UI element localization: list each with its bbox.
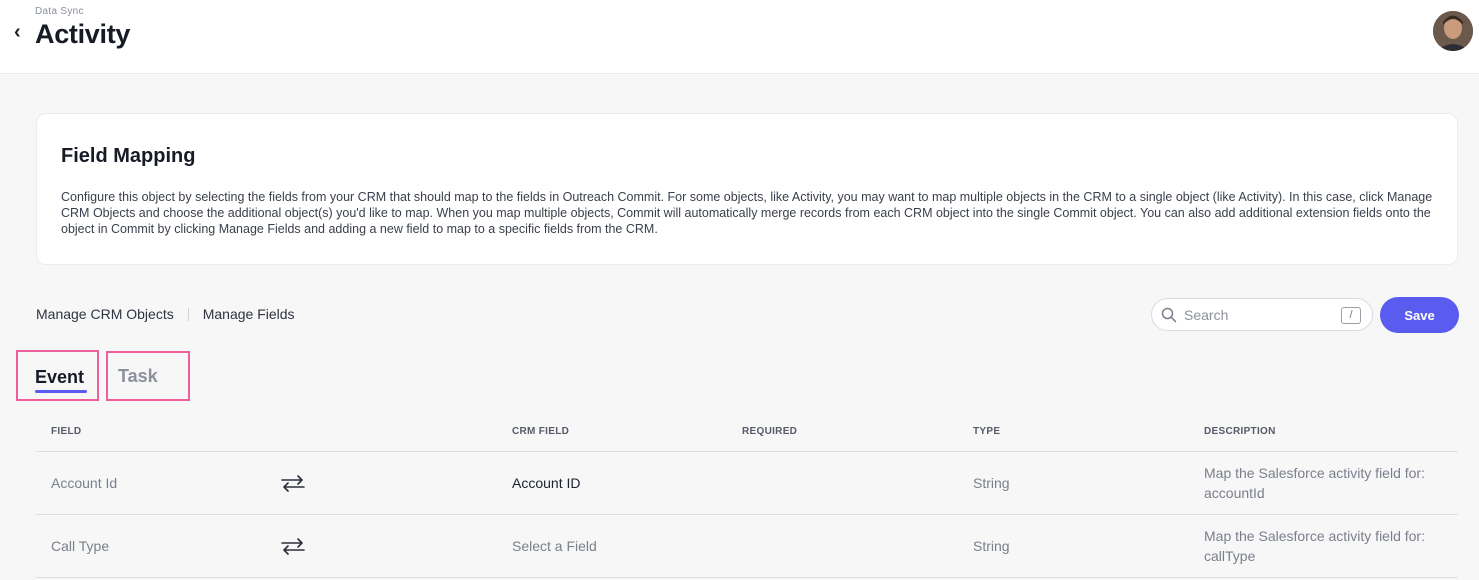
save-button[interactable]: Save (1380, 297, 1459, 333)
table-divider (36, 577, 1458, 578)
manage-crm-objects-link[interactable]: Manage CRM Objects (36, 306, 174, 322)
search-shortcut-hint: / (1341, 307, 1361, 324)
field-mapping-title: Field Mapping (61, 145, 196, 167)
swap-arrows-icon[interactable] (280, 474, 306, 492)
manage-links: Manage CRM Objects Manage Fields (36, 306, 295, 322)
tab-event-label: Event (35, 367, 85, 387)
column-header-type: TYPE (973, 426, 1001, 437)
search-box[interactable]: / (1151, 298, 1373, 331)
field-mapping-card: Field Mapping Configure this object by s… (36, 113, 1458, 265)
user-avatar-icon (1433, 11, 1473, 51)
table-divider (36, 514, 1458, 515)
tab-event[interactable]: Event (16, 350, 99, 401)
description-value: Map the Salesforce activity field for: a… (1204, 465, 1425, 501)
column-header-required: REQUIRED (742, 426, 798, 437)
type-value: String (973, 538, 1010, 554)
field-name: Account Id (51, 475, 118, 491)
chevron-left-icon[interactable]: ‹ (14, 22, 21, 42)
column-header-crm-field: CRM FIELD (512, 426, 570, 437)
description-value: Map the Salesforce activity field for: c… (1204, 528, 1425, 564)
tab-task-label: Task (118, 366, 158, 386)
column-header-description: DESCRIPTION (1204, 426, 1276, 437)
manage-fields-link[interactable]: Manage Fields (203, 306, 295, 322)
crm-field-select[interactable]: Account ID (512, 475, 580, 491)
crm-field-select[interactable]: Select a Field (512, 538, 597, 554)
top-bar: Data Sync ‹ Activity (0, 0, 1479, 74)
breadcrumb[interactable]: Data Sync (35, 6, 84, 17)
swap-arrows-icon[interactable] (280, 537, 306, 555)
page-title: Activity (35, 19, 131, 49)
field-name: Call Type (51, 538, 110, 554)
active-tab-indicator (35, 390, 87, 393)
search-icon (1161, 307, 1177, 323)
table-divider (36, 451, 1458, 452)
field-mapping-description: Configure this object by selecting the f… (61, 190, 1433, 236)
type-value: String (973, 475, 1010, 491)
column-header-field: FIELD (51, 426, 82, 437)
avatar[interactable] (1433, 11, 1473, 51)
tab-task[interactable]: Task (106, 351, 190, 401)
search-input[interactable] (1184, 303, 1334, 327)
link-divider (187, 307, 189, 321)
